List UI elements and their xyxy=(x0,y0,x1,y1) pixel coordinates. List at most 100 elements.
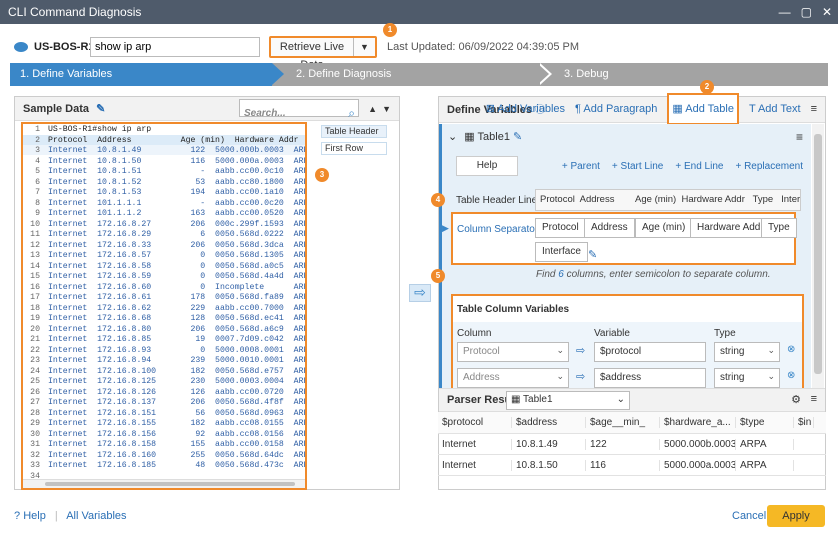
apply-button[interactable]: Apply xyxy=(767,505,825,527)
close-icon[interactable]: ✕ xyxy=(822,0,832,24)
column-chip[interactable]: Hardware Addr xyxy=(690,218,771,238)
tcv-header-column: Column xyxy=(457,328,492,339)
edit-icon[interactable]: ✎ xyxy=(96,103,105,115)
code-line: 32 Internet 172.16.8.160 255 0050.568d.64… xyxy=(24,451,305,462)
column-chip[interactable]: Type xyxy=(761,218,797,238)
column-header[interactable]: $protocol xyxy=(438,417,512,428)
scrollbar-thumb[interactable] xyxy=(45,482,295,486)
sample-code-area[interactable]: 1 US-BOS-R1#show ip arp 2 Protocol Address … xyxy=(21,122,307,490)
line-text: Internet 10.8.1.53 194 aabb.cc00.1a10 AR… xyxy=(48,188,305,197)
add-variables-button[interactable]: ⊠ Add Variables xyxy=(486,96,565,122)
column-header[interactable]: $hardware_a... xyxy=(660,417,736,428)
add-text-button[interactable]: T Add Text xyxy=(749,96,801,122)
tcv-variable-input[interactable]: $protocol xyxy=(594,342,706,362)
code-line: 22 Internet 172.16.8.93 0 5000.0008.0001 … xyxy=(24,345,305,357)
line-number: 11 xyxy=(30,230,40,239)
search-icon[interactable]: ⌕ xyxy=(348,101,355,125)
horizontal-scrollbar[interactable] xyxy=(23,479,305,488)
menu-icon[interactable]: ≡ xyxy=(811,393,817,405)
chevron-down-icon[interactable]: ▼ xyxy=(353,38,375,56)
tcv-type-select[interactable]: string ⌄ xyxy=(714,368,780,388)
cancel-button[interactable]: Cancel xyxy=(732,510,766,522)
maximize-icon[interactable]: ▢ xyxy=(801,0,812,24)
help-button[interactable]: Help xyxy=(456,156,518,176)
header-line-label: Table Header Line xyxy=(456,195,538,206)
scrollbar-thumb[interactable] xyxy=(814,134,822,374)
menu-icon[interactable]: ≡ xyxy=(811,96,817,122)
tcv-type-select[interactable]: string ⌄ xyxy=(714,342,780,362)
column-chip[interactable]: Interface xyxy=(535,242,588,262)
column-chip[interactable]: Protocol xyxy=(535,218,586,238)
add-parent-link[interactable]: + Parent xyxy=(562,161,600,172)
code-line: 4 Internet 10.8.1.50 116 5000.000a.0003 A… xyxy=(24,157,305,168)
tcv-column-select[interactable]: Protocol ⌄ xyxy=(457,342,569,362)
header-line-value[interactable]: Protocol Address Age (min) Hardware Addr… xyxy=(535,189,801,211)
step-define-diagnosis[interactable]: 2. Define Diagnosis xyxy=(272,63,540,86)
minimize-icon[interactable]: — xyxy=(779,0,791,24)
edit-icon[interactable]: ✎ xyxy=(513,131,522,143)
table-row: Internet 10.8.1.49 122 5000.000b.0003 ARPA xyxy=(438,434,826,455)
line-number: 12 xyxy=(30,240,40,250)
add-end-line-link[interactable]: + End Line xyxy=(675,161,723,172)
column-header[interactable]: $age__min_ xyxy=(586,417,660,428)
arrow-down-icon[interactable]: ▼ xyxy=(382,97,391,121)
column-chip[interactable]: Address xyxy=(584,218,635,238)
parser-table-select[interactable]: ▦ Table1 ⌄ xyxy=(506,391,630,410)
column-header[interactable]: $in xyxy=(794,417,814,428)
edit-columns-icon[interactable]: ✎ xyxy=(588,248,597,261)
code-line: 12 Internet 172.16.8.33 206 0050.568d.3dc… xyxy=(24,240,305,252)
step-define-variables[interactable]: 1. Define Variables xyxy=(10,63,272,86)
all-variables-link[interactable]: All Variables xyxy=(66,510,126,522)
arrow-up-icon[interactable]: ▲ xyxy=(368,97,377,121)
line-number: 6 xyxy=(35,177,40,187)
remove-icon[interactable]: ⊗ xyxy=(787,370,795,381)
column-chip[interactable]: Age (min) xyxy=(635,218,693,238)
column-separator-label[interactable]: Column Separator xyxy=(457,224,538,235)
command-input[interactable] xyxy=(90,37,260,57)
code-line: 7 Internet 10.8.1.53 194 aabb.cc00.1a10 A… xyxy=(24,188,305,199)
add-paragraph-button[interactable]: ¶ Add Paragraph xyxy=(575,96,657,122)
code-line: 31 Internet 172.16.8.158 155 aabb.cc00.01… xyxy=(24,440,305,451)
table-column-variables-box: Table Column Variables Column Variable T… xyxy=(451,294,804,388)
help-link[interactable]: Help xyxy=(23,510,46,522)
code-line: 5 Internet 10.8.1.51 - aabb.cc00.0c10 ARP… xyxy=(24,167,305,178)
line-number: 20 xyxy=(30,324,40,334)
column-header[interactable]: $type xyxy=(736,417,794,428)
tag-first-row[interactable]: First Row xyxy=(321,142,387,155)
line-text: Internet 172.16.8.80 206 0050.568d.a6c9 … xyxy=(48,324,305,334)
code-line: 20 Internet 172.16.8.80 206 0050.568d.a6c… xyxy=(24,324,305,336)
code-line: 11 Internet 172.16.8.29 6 0050.568d.0222 … xyxy=(24,230,305,241)
line-number: 22 xyxy=(30,345,40,355)
table-cell: 116 xyxy=(586,459,660,471)
table-menu-icon[interactable]: ≡ xyxy=(796,130,803,144)
tag-table-header[interactable]: Table Header xyxy=(321,125,387,138)
line-number: 27 xyxy=(30,398,40,407)
tcv-title: Table Column Variables xyxy=(457,304,570,315)
retrieve-live-data-button[interactable]: Retrieve Live Data ▼ xyxy=(269,36,377,71)
apply-arrow-button[interactable]: ⇨ xyxy=(409,284,431,302)
chevron-down-icon: ⌄ xyxy=(556,345,564,355)
help-icon[interactable]: ? xyxy=(14,510,20,522)
code-line: 15 Internet 172.16.8.59 0 0050.568d.4a4d … xyxy=(24,272,305,283)
add-replacement-link[interactable]: + Replacement xyxy=(735,161,803,172)
table-cell: Internet xyxy=(438,459,512,471)
badge-3: 3 xyxy=(315,168,329,182)
step-debug[interactable]: 3. Debug xyxy=(540,63,828,86)
line-text: Internet 172.16.8.62 229 aabb.cc00.7000 … xyxy=(48,303,305,313)
line-text: Internet 172.16.8.85 19 0007.7d09.c042 A… xyxy=(48,335,305,344)
device-name: US-BOS-R1 xyxy=(34,41,95,53)
gear-icon[interactable]: ⚙ xyxy=(791,393,801,406)
line-text: Internet 10.8.1.52 53 aabb.cc80.1800 ARP… xyxy=(48,177,305,187)
search-input[interactable]: Search... xyxy=(239,99,359,119)
collapse-icon[interactable]: ⌄ xyxy=(448,131,457,143)
add-start-line-link[interactable]: + Start Line xyxy=(612,161,663,172)
code-lines: 1 US-BOS-R1#show ip arp 2 Protocol Address … xyxy=(24,125,305,482)
column-header[interactable]: $address xyxy=(512,417,586,428)
remove-icon[interactable]: ⊗ xyxy=(787,344,795,355)
tcv-variable-input[interactable]: $address xyxy=(594,368,706,388)
tcv-column-select[interactable]: Address ⌄ xyxy=(457,368,569,388)
table-cell: 5000.000b.0003 xyxy=(660,438,736,450)
add-table-button[interactable]: ▦ Add Table xyxy=(667,93,739,125)
step-arrow xyxy=(272,63,284,85)
vertical-scrollbar[interactable] xyxy=(812,124,824,388)
